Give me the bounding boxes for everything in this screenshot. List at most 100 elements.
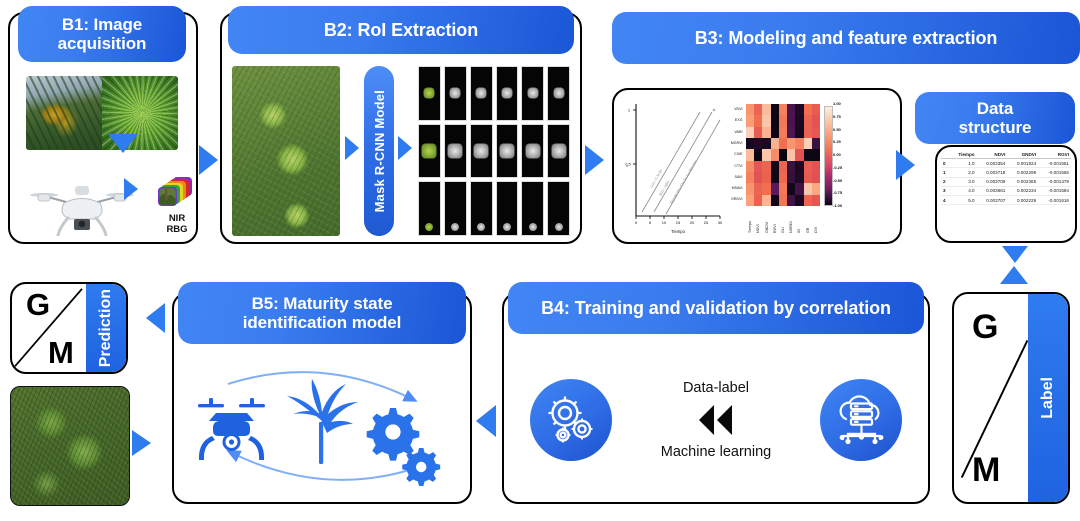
roi-thumb-r3-c5 xyxy=(521,181,545,236)
roi-thumb-r2-c5 xyxy=(521,123,545,179)
colorbar-tick-6: -0.50 xyxy=(833,177,843,183)
roi-crown-blob xyxy=(447,143,463,159)
heatmap-cell-0-5 xyxy=(787,104,796,116)
table-cell-1-0: 1 xyxy=(943,169,946,175)
table-row: 0 1.0 0.003354 0.001924 -0.001551 xyxy=(941,159,1071,168)
heatmap-cell-6-3 xyxy=(770,171,779,184)
heatmap-ylabel-6: SAVI xyxy=(734,174,743,179)
heatmap-cell-2-1 xyxy=(754,126,763,138)
roi-thumb-r2-c1 xyxy=(418,123,441,179)
heatmap-cell-8-2 xyxy=(762,194,771,206)
heatmap-cell-8-8 xyxy=(811,194,820,206)
heatmap-cell-0-1 xyxy=(754,104,763,116)
sensor-label: NIR RBG xyxy=(150,213,196,235)
svg-text:0: 0 xyxy=(635,220,638,225)
gears-icon-circle xyxy=(530,379,613,461)
heatmap-cell-2-4 xyxy=(778,126,788,138)
table-cell-3-4: -0.001584 xyxy=(1048,188,1069,194)
heatmap-xlabel-8: DVI xyxy=(813,227,818,233)
heatmap-cell-7-1 xyxy=(754,183,763,195)
table-col-header-0 xyxy=(941,150,950,160)
roi-thumb-r3-c1 xyxy=(418,181,441,236)
heatmap-cell-2-0 xyxy=(746,126,755,138)
data-structure-header: Data structure xyxy=(915,92,1075,144)
heatmap-cell-8-0 xyxy=(746,194,755,206)
roi-crown-blob xyxy=(528,223,537,231)
arrow-b5-to-prediction xyxy=(146,303,165,333)
heatmap-xlabel-0: Tiempo xyxy=(748,221,753,233)
heatmap-cell-8-4 xyxy=(778,194,788,206)
drone-illustration xyxy=(30,186,134,236)
roi-thumb-r2-c6 xyxy=(547,123,570,179)
table-cell-3-1: 4.0 xyxy=(968,188,975,194)
heatmap-cell-3-0 xyxy=(746,137,755,150)
roi-thumb-r1-c4 xyxy=(495,66,519,121)
roi-thumb-r3-c3 xyxy=(469,181,493,236)
data-structure-title-line1: Data xyxy=(976,98,1014,118)
roi-crown-blob xyxy=(477,223,486,231)
heatmap-ylabel-5: CTVI xyxy=(734,163,743,168)
roi-crown-blob xyxy=(525,143,541,159)
table-cell-0-1: 1.0 xyxy=(968,160,975,166)
heatmap-cell-6-4 xyxy=(778,171,788,184)
heatmap-ylabel-8: GRDVI xyxy=(731,197,743,202)
table-cell-4-4: -0.001616 xyxy=(1048,197,1069,203)
roi-crown-blob xyxy=(553,87,565,99)
svg-text:25: 25 xyxy=(704,220,709,225)
heatmap-ylabel-2: VARI xyxy=(734,129,743,134)
heatmap-cell-1-2 xyxy=(762,115,771,127)
heatmap-xlabel-6: IO xyxy=(797,229,802,233)
heatmap-cell-0-4 xyxy=(778,104,788,116)
table-cell-0-4: -0.001551 xyxy=(1048,160,1069,166)
table-cell-3-2: 0.003681 xyxy=(986,188,1006,194)
table-col-header-2: NDVI xyxy=(976,150,1008,160)
heatmap-xlabel-7: GR xyxy=(805,227,810,233)
heatmap-cell-1-3 xyxy=(770,115,779,127)
table-row: 2 3.0 0.003709 0.002365 -0.001479 xyxy=(941,177,1071,187)
colorbar-tick-3: 0.25 xyxy=(833,139,841,145)
arrow-prediction-image xyxy=(132,430,151,456)
roi-crown-blob xyxy=(451,223,460,231)
roi-thumbnail-grid xyxy=(418,66,570,236)
b2-arrow-to-model xyxy=(345,136,359,160)
b1-header: B1: Image acquisition xyxy=(18,6,186,62)
heatmap-cell-2-3 xyxy=(770,126,779,138)
table-cell-4-1: 5.0 xyxy=(968,197,975,203)
b1-photo-row xyxy=(26,76,178,150)
heatmap-cell-6-2 xyxy=(762,171,771,184)
table-cell-1-2: 0.003718 xyxy=(986,169,1006,175)
heatmap-cell-4-6 xyxy=(795,149,804,161)
heatmap-cell-5-2 xyxy=(762,160,771,172)
table-row: 3 4.0 0.003681 0.002234 -0.001584 xyxy=(941,186,1071,196)
block-label: G M Label xyxy=(952,292,1070,504)
prediction-classes: G M xyxy=(12,284,90,372)
data-structure-title-line2: structure xyxy=(958,118,1032,137)
b1-internal-arrow-right xyxy=(124,178,138,200)
heatmap-cell-6-8 xyxy=(811,171,820,184)
heatmap-cell-1-8 xyxy=(811,115,820,127)
svg-text:15: 15 xyxy=(676,220,681,225)
model-line-plot: 0 5 10 15 20 25 30 10.5 Tiempo C(t) = Σ λn β… xyxy=(625,104,723,234)
heatmap-cell-7-8 xyxy=(811,183,820,195)
heatmap-cell-7-0 xyxy=(746,183,755,195)
heatmap-cell-3-7 xyxy=(803,137,812,150)
roi-thumb-r1-c2 xyxy=(443,66,467,121)
b2-title: B2: RoI Extraction xyxy=(323,19,479,40)
colorbar-tick-5: -0.25 xyxy=(833,164,843,170)
heatmap-x-axis-labels: Tiempo NDVI GNDVI RGVI GLI NGRDI IO GR DVI xyxy=(746,207,820,233)
roi-crown-blob xyxy=(475,87,487,99)
heatmap-colorbar xyxy=(824,106,833,206)
block-prediction: G M Prediction xyxy=(10,282,128,374)
roi-crown-blob xyxy=(425,223,434,231)
heatmap-cell-4-7 xyxy=(803,149,812,161)
table-cell-0-0: 0 xyxy=(943,160,946,166)
svg-text:20: 20 xyxy=(690,220,695,225)
heatmap-cell-2-7 xyxy=(803,126,812,138)
heatmap-cells xyxy=(746,104,820,206)
b4-content: Data-label Machine learning xyxy=(506,340,926,500)
label-side-tab: Label xyxy=(1028,294,1068,502)
b5-title-line2: identification model xyxy=(242,313,402,332)
b2-arrow-to-grid xyxy=(398,136,412,160)
table-col-header-4: RGVI xyxy=(1038,150,1071,160)
heatmap-cell-2-6 xyxy=(795,126,804,138)
